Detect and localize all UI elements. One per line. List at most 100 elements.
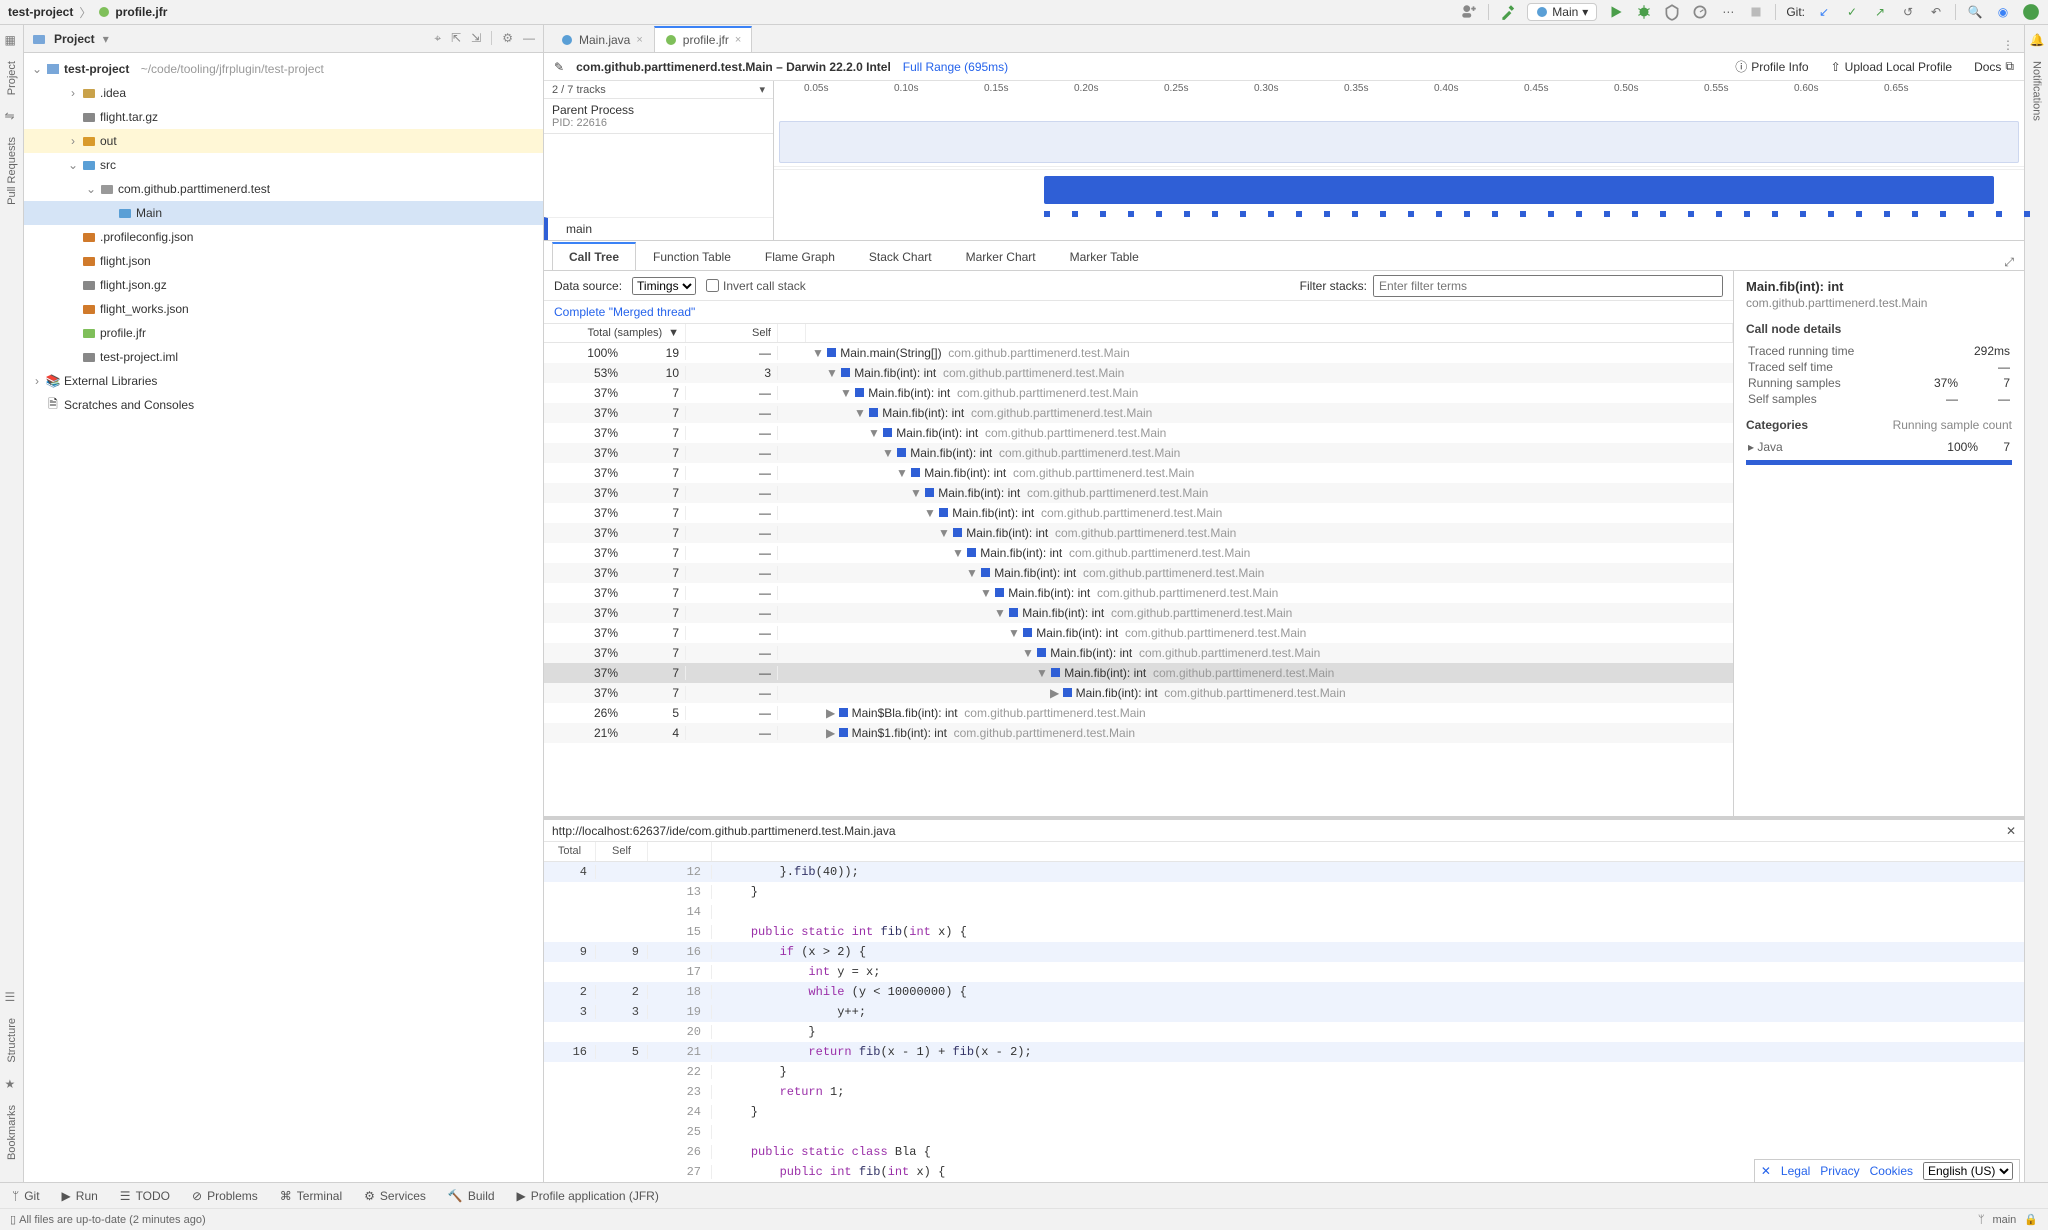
data-source-select[interactable]: Timings (632, 277, 696, 295)
tree-item[interactable]: ⌄com.github.parttimenerd.test (24, 177, 543, 201)
docs-link[interactable]: Docs ⧉ (1974, 59, 2014, 74)
close-icon[interactable]: × (636, 34, 642, 46)
run-config-selector[interactable]: Main ▾ (1527, 3, 1597, 21)
add-user-icon[interactable] (1460, 3, 1478, 21)
call-tree-row[interactable]: 37%7—▼ Main.fib(int): int com.github.par… (544, 443, 1733, 463)
search-icon[interactable]: 🔍 (1966, 3, 1984, 21)
gear-icon[interactable]: ⚙ (502, 31, 513, 46)
bottom-tool[interactable]: ⚙Services (364, 1189, 426, 1203)
call-tree-row[interactable]: 37%7—▼ Main.fib(int): int com.github.par… (544, 463, 1733, 483)
close-icon[interactable]: ✕ (2006, 824, 2016, 838)
profiler-tab[interactable]: Marker Table (1053, 243, 1156, 270)
call-tree-row[interactable]: 53%103▼ Main.fib(int): int com.github.pa… (544, 363, 1733, 383)
profiler-tab[interactable]: Marker Chart (949, 243, 1053, 270)
source-line[interactable]: 412 }.fib(40)); (544, 862, 2024, 882)
complete-merged-thread-link[interactable]: Complete "Merged thread" (544, 301, 1733, 323)
branch-name[interactable]: main (1992, 1214, 2016, 1226)
notifications-gutter-icon[interactable]: 🔔 (2030, 33, 2044, 47)
collapse-icon[interactable]: ⇲ (471, 31, 481, 46)
profile-info[interactable]: ⓘ Profile Info (1735, 58, 1808, 75)
bottom-tool[interactable]: ☰TODO (120, 1189, 170, 1203)
settings-dots-icon[interactable]: ◉ (1994, 3, 2012, 21)
call-tree-row[interactable]: 37%7—▼ Main.fib(int): int com.github.par… (544, 523, 1733, 543)
project-gutter-icon[interactable]: ▦ (5, 33, 19, 47)
hammer-icon[interactable] (1499, 3, 1517, 21)
call-tree-row[interactable]: 37%7—▼ Main.fib(int): int com.github.par… (544, 423, 1733, 443)
breadcrumb-project[interactable]: test-project (8, 5, 73, 19)
history-icon[interactable]: ↺ (1899, 3, 1917, 21)
source-line[interactable]: 25 (544, 1122, 2024, 1142)
lock-icon[interactable]: 🔒 (2024, 1213, 2038, 1226)
structure-gutter-label[interactable]: Structure (6, 1018, 18, 1063)
col-self[interactable]: Self (686, 324, 778, 342)
source-line[interactable]: 9916 if (x > 2) { (544, 942, 2024, 962)
tree-item[interactable]: ›out (24, 129, 543, 153)
source-line[interactable]: 17 int y = x; (544, 962, 2024, 982)
timeline[interactable]: 2 / 7 tracks▾ Parent Process PID: 22616 … (544, 81, 2024, 241)
breadcrumb-file[interactable]: profile.jfr (115, 5, 167, 19)
editor-tab[interactable]: profile.jfr× (654, 26, 752, 52)
call-tree-row[interactable]: 37%7—▼ Main.fib(int): int com.github.par… (544, 623, 1733, 643)
bottom-tool[interactable]: 🔨Build (448, 1189, 495, 1203)
source-line[interactable]: 15 public static int fib(int x) { (544, 922, 2024, 942)
git-commit-icon[interactable]: ✓ (1843, 3, 1861, 21)
call-tree-row[interactable]: 37%7—▼ Main.fib(int): int com.github.par… (544, 543, 1733, 563)
external-libraries[interactable]: External Libraries (64, 374, 157, 388)
structure-gutter-icon[interactable]: ☰ (5, 990, 19, 1004)
tree-item[interactable]: flight.tar.gz (24, 105, 543, 129)
run-icon[interactable] (1607, 3, 1625, 21)
track-main[interactable]: main (566, 222, 592, 236)
source-line[interactable]: 20 } (544, 1022, 2024, 1042)
timeline-main-track[interactable] (1044, 176, 1994, 204)
avatar-icon[interactable] (2022, 3, 2040, 21)
language-select[interactable]: English (US) (1923, 1162, 2013, 1180)
hide-icon[interactable]: — (523, 31, 535, 46)
profile-icon[interactable] (1691, 3, 1709, 21)
source-line[interactable]: 14 (544, 902, 2024, 922)
source-line[interactable]: 2218 while (y < 10000000) { (544, 982, 2024, 1002)
tree-item[interactable]: flight_works.json (24, 297, 543, 321)
invert-call-stack[interactable]: Invert call stack (706, 279, 806, 293)
project-gutter-label[interactable]: Project (6, 61, 18, 95)
pr-gutter-icon[interactable]: ⇋ (5, 109, 19, 123)
expand-icon[interactable]: ⤢ (2004, 255, 2024, 270)
invert-checkbox[interactable] (706, 279, 719, 292)
branch-icon[interactable]: ᛘ (1978, 1214, 1985, 1226)
call-tree-row[interactable]: 37%7—▼ Main.fib(int): int com.github.par… (544, 603, 1733, 623)
profiler-tab[interactable]: Stack Chart (852, 243, 949, 270)
bookmarks-gutter-icon[interactable]: ★ (5, 1077, 19, 1091)
git-push-icon[interactable]: ↗ (1871, 3, 1889, 21)
project-tree[interactable]: ⌄ test-project ~/code/tooling/jfrplugin/… (24, 53, 543, 421)
call-tree-row[interactable]: 37%7—▼ Main.fib(int): int com.github.par… (544, 483, 1733, 503)
stop-icon[interactable] (1747, 3, 1765, 21)
privacy-link[interactable]: Privacy (1820, 1164, 1859, 1178)
call-tree-row[interactable]: 37%7—▼ Main.fib(int): int com.github.par… (544, 643, 1733, 663)
call-tree-row[interactable]: 100%19—▼ Main.main(String[]) com.github.… (544, 343, 1733, 363)
bottom-tool[interactable]: ᛘGit (12, 1189, 40, 1203)
call-tree-row[interactable]: 37%7—▼ Main.fib(int): int com.github.par… (544, 403, 1733, 423)
filter-stacks-input[interactable] (1373, 275, 1723, 297)
call-tree-row[interactable]: 37%7—▼ Main.fib(int): int com.github.par… (544, 563, 1733, 583)
bottom-tool[interactable]: ⌘Terminal (280, 1189, 342, 1203)
notifications-gutter-label[interactable]: Notifications (2031, 61, 2043, 121)
tree-item[interactable]: flight.json (24, 249, 543, 273)
profiler-tab[interactable]: Flame Graph (748, 243, 852, 270)
project-root-name[interactable]: test-project (64, 62, 129, 76)
tree-item[interactable]: Main (24, 201, 543, 225)
dots-icon[interactable]: ⋯ (1719, 3, 1737, 21)
call-tree-row[interactable]: 26%5—▶ Main$Bla.fib(int): int com.github… (544, 703, 1733, 723)
tree-item[interactable]: .profileconfig.json (24, 225, 543, 249)
call-tree-row[interactable]: 21%4—▶ Main$1.fib(int): int com.github.p… (544, 723, 1733, 743)
tree-item[interactable]: flight.json.gz (24, 273, 543, 297)
coverage-icon[interactable] (1663, 3, 1681, 21)
profiler-tab[interactable]: Function Table (636, 243, 748, 270)
call-tree-row[interactable]: 37%7—▼ Main.fib(int): int com.github.par… (544, 663, 1733, 683)
revert-icon[interactable]: ↶ (1927, 3, 1945, 21)
project-view-title[interactable]: Project (54, 32, 95, 46)
call-tree-row[interactable]: 37%7—▼ Main.fib(int): int com.github.par… (544, 583, 1733, 603)
chevron-down-icon[interactable]: ▾ (759, 83, 765, 96)
col-total[interactable]: Total (samples) (588, 327, 663, 339)
scratches-and-consoles[interactable]: Scratches and Consoles (64, 398, 194, 412)
git-update-icon[interactable]: ↙ (1815, 3, 1833, 21)
profiler-tab[interactable]: Call Tree (552, 242, 636, 270)
